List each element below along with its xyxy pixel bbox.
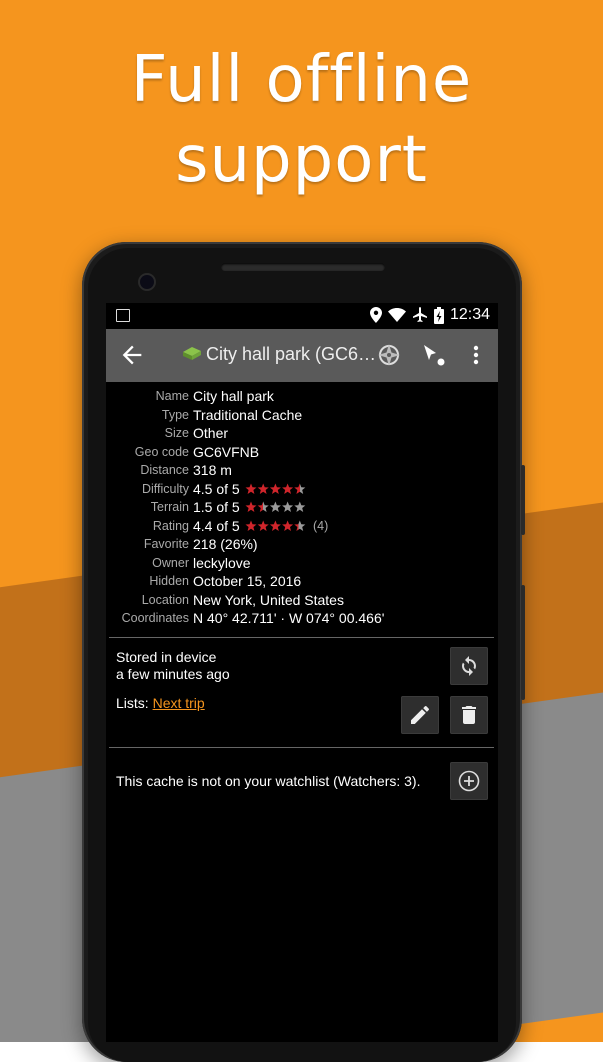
- stored-time: a few minutes ago: [116, 666, 230, 682]
- back-arrow-icon[interactable]: [118, 341, 146, 369]
- divider: [109, 637, 494, 638]
- detail-label: Type: [161, 407, 189, 422]
- list-link-next-trip[interactable]: Next trip: [153, 695, 205, 711]
- detail-label: Location: [141, 592, 189, 607]
- detail-label: Terrain: [150, 500, 189, 514]
- status-time: 12:34: [449, 306, 490, 323]
- cache-title: City hall park (GC6…: [206, 344, 376, 364]
- detail-value: N 40° 42.711' · W 074° 00.466': [193, 610, 385, 626]
- detail-row: Name City hall park: [106, 387, 498, 405]
- detail-row: Distance 318 m: [106, 461, 498, 479]
- detail-label: Rating: [152, 518, 189, 533]
- detail-value: 4.4 of 5: [193, 517, 240, 534]
- app-bar: City hall park (GC6…: [106, 329, 498, 382]
- headline-line1: Full offline: [130, 43, 473, 117]
- detail-value: 4.5 of 5: [193, 480, 240, 497]
- airplane-icon: [412, 307, 427, 322]
- star-icon: [294, 483, 306, 494]
- headline-line2: support: [175, 123, 428, 197]
- refresh-icon: [462, 656, 476, 676]
- rating-count: (4): [313, 518, 329, 533]
- star-icon: [294, 501, 306, 512]
- star-rating: [245, 483, 306, 494]
- detail-row: Rating 4.4 of 5 (4): [106, 517, 498, 535]
- star-icon: [282, 520, 294, 531]
- detail-row: Size Other: [106, 424, 498, 442]
- detail-value: 318 m: [193, 462, 232, 478]
- detail-label: Coordinates: [121, 611, 189, 625]
- phone-side-button: [521, 465, 525, 535]
- detail-label: Geo code: [134, 444, 189, 459]
- trash-icon: [462, 706, 476, 724]
- detail-label: Distance: [140, 463, 189, 477]
- detail-value: New York, United States: [193, 591, 344, 608]
- battery-charging-icon: [433, 306, 444, 324]
- star-icon: [282, 501, 294, 512]
- detail-value: leckylove: [193, 554, 251, 571]
- navigate-icon[interactable]: [421, 342, 447, 368]
- detail-value: 218 (26%): [193, 536, 258, 552]
- phone-speaker: [221, 263, 385, 271]
- star-icon: [294, 520, 306, 531]
- star-icon: [269, 501, 281, 512]
- phone-camera: [140, 275, 154, 289]
- detail-row: Terrain 1.5 of 5: [106, 498, 498, 516]
- phone-screen: 12:34 City hall park (GC6… Name City hall…: [106, 303, 498, 1042]
- detail-row: Owner leckylove: [106, 554, 498, 572]
- detail-label: Difficulty: [141, 481, 189, 496]
- location-icon: [369, 307, 382, 323]
- star-icon: [257, 520, 269, 531]
- stored-label: Stored in device: [116, 649, 217, 665]
- star-icon: [282, 483, 294, 494]
- star-icon: [257, 483, 269, 494]
- star-rating: [245, 501, 306, 512]
- star-rating: [245, 520, 306, 531]
- wifi-icon: [387, 308, 406, 322]
- watchlist-status: This cache is not on your watchlist (Wat…: [116, 773, 421, 789]
- status-bar: 12:34: [106, 303, 498, 329]
- divider: [109, 747, 494, 748]
- star-icon: [245, 483, 257, 494]
- compass-icon[interactable]: [376, 342, 402, 368]
- detail-row: Coordinates N 40° 42.711' · W 074° 00.466…: [106, 609, 498, 627]
- star-icon: [245, 520, 257, 531]
- star-icon: [257, 501, 269, 512]
- detail-label: Name: [155, 389, 189, 403]
- detail-row: Location New York, United States: [106, 591, 498, 609]
- detail-row: Geo code GC6VFNB: [106, 443, 498, 461]
- phone-side-button: [521, 585, 525, 700]
- detail-row: Difficulty 4.5 of 5: [106, 480, 498, 498]
- detail-value: October 15, 2016: [193, 573, 302, 589]
- pencil-icon: [411, 706, 429, 724]
- traditional-cache-icon: [183, 347, 201, 360]
- detail-row: Favorite 218 (26%): [106, 535, 498, 553]
- more-options-icon[interactable]: [468, 342, 484, 368]
- lists-row: Lists: Next trip: [116, 695, 205, 711]
- star-icon: [245, 501, 257, 512]
- refresh-button[interactable]: [450, 647, 488, 685]
- detail-value: 1.5 of 5: [193, 499, 240, 515]
- plus-circle-icon: [458, 770, 480, 792]
- detail-label: Owner: [152, 555, 189, 570]
- detail-value: Traditional Cache: [193, 406, 303, 423]
- star-icon: [269, 483, 281, 494]
- edit-lists-button[interactable]: [401, 696, 439, 734]
- detail-label: Size: [164, 426, 189, 440]
- delete-button[interactable]: [450, 696, 488, 734]
- storage-status: Stored in device a few minutes ago: [116, 649, 230, 683]
- detail-row: Type Traditional Cache: [106, 406, 498, 424]
- add-to-watchlist-button[interactable]: [450, 762, 488, 800]
- detail-label: Hidden: [149, 574, 189, 588]
- detail-label: Favorite: [143, 537, 189, 551]
- detail-value: Other: [193, 425, 229, 441]
- headline: Full offline support: [0, 40, 603, 200]
- detail-value: GC6VFNB: [193, 443, 260, 460]
- detail-row: Hidden October 15, 2016: [106, 572, 498, 590]
- lists-label: Lists:: [116, 695, 149, 711]
- image-notification-icon: [116, 309, 130, 322]
- star-icon: [269, 520, 281, 531]
- detail-value: City hall park: [193, 388, 274, 404]
